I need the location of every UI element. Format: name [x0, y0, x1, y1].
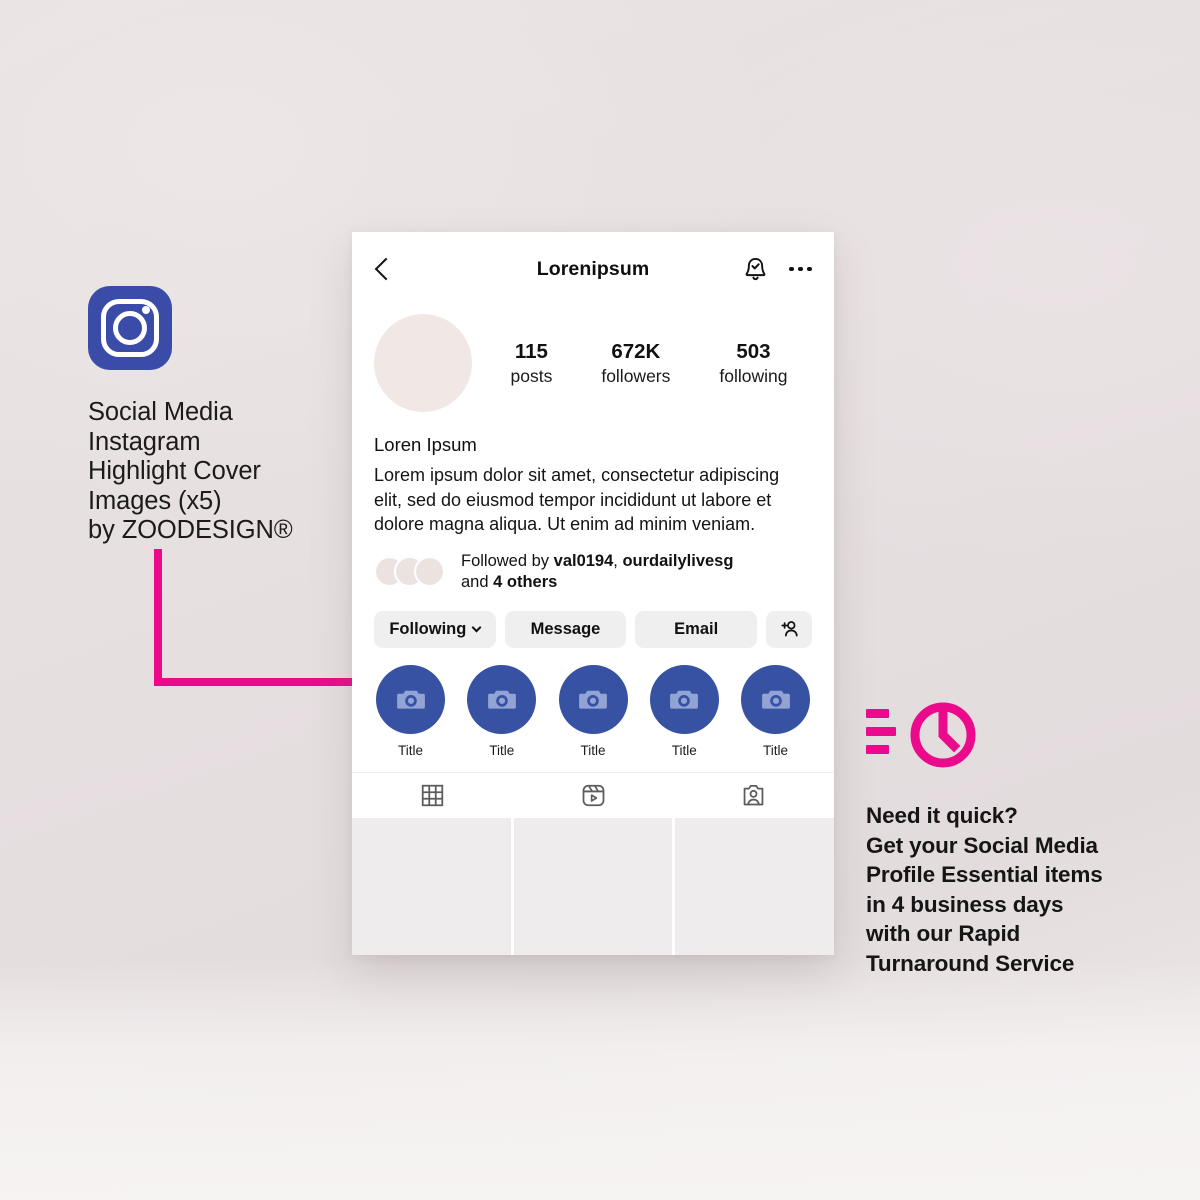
highlight-item-2[interactable]: Title — [465, 664, 538, 758]
highlight-title-3: Title — [580, 742, 606, 758]
app-bar-actions — [742, 256, 812, 283]
profile-stats-row: 115 posts 672K followers 503 following — [352, 306, 834, 412]
stat-following[interactable]: 503 following — [719, 339, 787, 388]
chevron-left-icon[interactable] — [374, 257, 398, 281]
story-highlights-row: Title Title Title Title Title — [352, 648, 834, 758]
add-person-button[interactable] — [766, 610, 813, 648]
tab-reels[interactable] — [513, 773, 674, 818]
followed-by-suffix: and — [461, 572, 494, 591]
followed-by-text[interactable]: Followed by val0194, ourdailylivesg and 4… — [461, 551, 733, 593]
profile-action-buttons: Following Message Email — [352, 593, 834, 648]
highlight-item-3[interactable]: Title — [557, 664, 630, 758]
bell-check-icon[interactable] — [742, 256, 769, 283]
highlight-cover-4 — [649, 664, 719, 734]
stat-followers-label: followers — [601, 365, 671, 386]
more-horizontal-icon[interactable] — [789, 266, 812, 272]
followed-by-others: 4 others — [493, 572, 558, 591]
post-grid-cell[interactable] — [675, 817, 834, 955]
camera-icon — [670, 690, 699, 709]
highlight-cover-5 — [741, 664, 810, 734]
fast-clock-icon — [866, 702, 976, 768]
app-bar: Lorenipsum — [352, 232, 834, 306]
instagram-icon — [88, 286, 172, 370]
stat-posts-count: 115 — [514, 339, 548, 363]
left-annotation-block: Social Media Instagram Highlight Cover I… — [88, 286, 338, 546]
tab-tagged[interactable] — [673, 773, 834, 818]
stat-followers[interactable]: 672K followers — [601, 339, 670, 388]
camera-icon — [579, 690, 607, 709]
reels-icon — [582, 784, 604, 806]
right-annotation-caption: Need it quick? Get your Social Media Pro… — [866, 803, 1103, 976]
highlight-cover-3 — [558, 664, 628, 734]
post-grid-cell[interactable] — [513, 817, 673, 955]
followed-by-prefix: Followed by — [461, 551, 554, 570]
background-floor-shadow — [0, 960, 1200, 1200]
followed-by-avatar — [414, 556, 445, 587]
highlight-title-1: Title — [397, 742, 423, 758]
followed-by-avatar-stack — [374, 556, 445, 587]
highlight-item-4[interactable]: Title — [648, 664, 721, 758]
profile-bio: Loren Ipsum Lorem ipsum dolor sit amet, … — [352, 412, 834, 537]
camera-icon — [761, 690, 790, 709]
avatar[interactable] — [374, 314, 472, 412]
stats-group: 115 posts 672K followers 503 following — [472, 339, 812, 388]
instagram-icon-lens — [113, 311, 147, 345]
grid-icon — [421, 784, 444, 806]
left-annotation-caption: Social Media Instagram Highlight Cover I… — [88, 398, 293, 544]
right-annotation-block: Need it quick? Get your Social Media Pro… — [866, 700, 1156, 978]
message-button[interactable]: Message — [504, 610, 627, 648]
chevron-down-icon — [471, 622, 482, 633]
followed-by-row: Followed by val0194, ourdailylivesg and 4… — [352, 537, 834, 593]
highlight-item-1[interactable]: Title — [374, 664, 447, 758]
followed-by-user-1: val0194 — [553, 551, 614, 570]
email-button[interactable]: Email — [635, 610, 758, 648]
highlight-title-4: Title — [671, 742, 697, 758]
stat-following-label: following — [719, 365, 788, 386]
camera-icon — [396, 690, 425, 709]
instagram-profile-mockup: Lorenipsum 115 posts 672K followers 503 … — [352, 232, 834, 955]
highlight-cover-2 — [467, 664, 537, 734]
stat-posts[interactable]: 115 posts — [511, 339, 553, 388]
poster-canvas: Social Media Instagram Highlight Cover I… — [0, 0, 1200, 1200]
stat-followers-count: 672K — [611, 339, 661, 363]
followed-by-user-2: ourdailylivesg — [622, 551, 734, 570]
post-grid-cell[interactable] — [352, 817, 511, 955]
following-button-label: Following — [389, 619, 467, 638]
stat-posts-label: posts — [510, 365, 553, 386]
highlight-title-2: Title — [489, 742, 515, 758]
tab-grid[interactable] — [352, 773, 513, 818]
highlight-cover-1 — [376, 664, 445, 734]
profile-display-name: Loren Ipsum — [374, 434, 477, 455]
tagged-icon — [743, 784, 764, 805]
instagram-icon-dot — [142, 306, 150, 314]
highlight-item-5[interactable]: Title — [739, 664, 812, 758]
following-button[interactable]: Following — [374, 610, 496, 648]
stat-following-count: 503 — [736, 339, 771, 363]
camera-icon — [487, 690, 516, 709]
add-person-icon — [781, 621, 798, 637]
profile-bio-text: Lorem ipsum dolor sit amet, consectetur … — [374, 465, 780, 534]
profile-tab-bar — [352, 771, 834, 818]
post-grid — [352, 817, 834, 955]
highlight-title-5: Title — [762, 742, 788, 758]
